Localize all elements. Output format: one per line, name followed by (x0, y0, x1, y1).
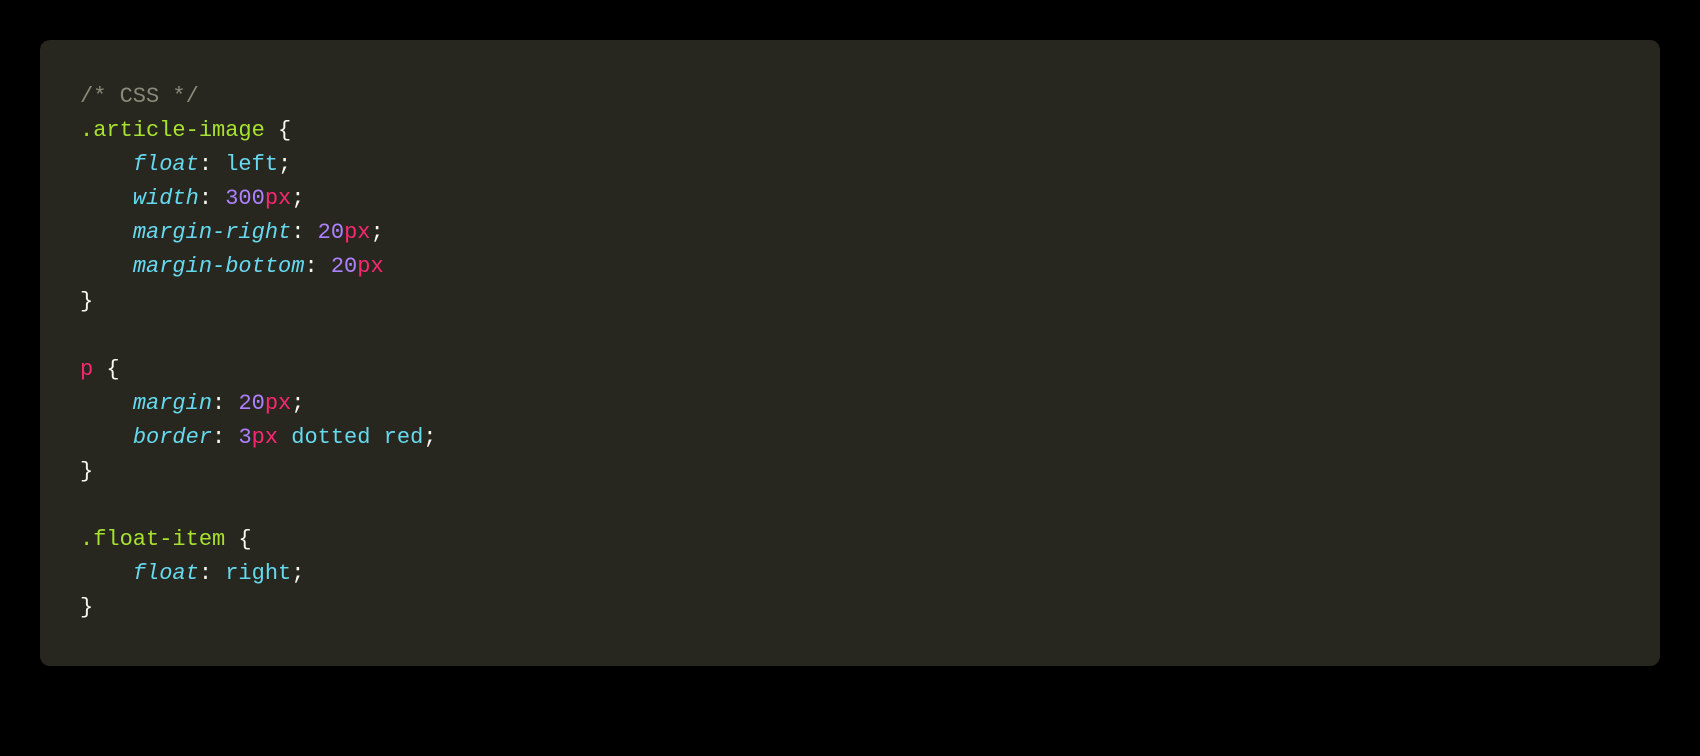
close-brace: } (80, 289, 93, 314)
code-line: } (80, 455, 1620, 489)
css-number: 20 (318, 220, 344, 245)
semicolon: ; (291, 391, 304, 416)
colon: : (212, 425, 225, 450)
open-brace: { (265, 118, 291, 143)
code-line: float: right; (80, 557, 1620, 591)
code-line: margin-right: 20px; (80, 216, 1620, 250)
css-unit: px (252, 425, 278, 450)
semicolon: ; (291, 186, 304, 211)
css-value: right (225, 561, 291, 586)
code-line: border: 3px dotted red; (80, 421, 1620, 455)
code-line: .float-item { (80, 523, 1620, 557)
css-selector: p (80, 357, 93, 382)
css-unit: px (344, 220, 370, 245)
code-line: margin: 20px; (80, 387, 1620, 421)
close-brace: } (80, 595, 93, 620)
css-property: float (133, 152, 199, 177)
code-comment: /* CSS */ (80, 84, 199, 109)
colon: : (304, 254, 317, 279)
css-unit: px (265, 186, 291, 211)
css-property: margin-bottom (133, 254, 305, 279)
css-number: 300 (225, 186, 265, 211)
colon: : (199, 186, 212, 211)
css-property: margin-right (133, 220, 291, 245)
css-number: 20 (331, 254, 357, 279)
css-number: 20 (238, 391, 264, 416)
css-value: dotted red (278, 425, 423, 450)
code-line: width: 300px; (80, 182, 1620, 216)
colon: : (199, 561, 212, 586)
css-unit: px (265, 391, 291, 416)
semicolon: ; (423, 425, 436, 450)
css-selector: .article-image (80, 118, 265, 143)
open-brace: { (93, 357, 119, 382)
code-line: margin-bottom: 20px (80, 250, 1620, 284)
css-selector: .float-item (80, 527, 225, 552)
code-line: } (80, 591, 1620, 625)
code-line: } (80, 285, 1620, 319)
colon: : (212, 391, 225, 416)
semicolon: ; (278, 152, 291, 177)
code-line (80, 319, 1620, 353)
code-line: /* CSS */ (80, 80, 1620, 114)
colon: : (291, 220, 304, 245)
css-value: left (225, 152, 278, 177)
code-line: p { (80, 353, 1620, 387)
css-property: border (133, 425, 212, 450)
open-brace: { (225, 527, 251, 552)
code-line (80, 489, 1620, 523)
css-property: width (133, 186, 199, 211)
semicolon: ; (291, 561, 304, 586)
code-line: float: left; (80, 148, 1620, 182)
semicolon: ; (370, 220, 383, 245)
css-number: 3 (238, 425, 251, 450)
code-line: .article-image { (80, 114, 1620, 148)
css-property: margin (133, 391, 212, 416)
close-brace: } (80, 459, 93, 484)
css-unit: px (357, 254, 383, 279)
code-block: /* CSS */ .article-image { float: left; w… (40, 40, 1660, 666)
css-property: float (133, 561, 199, 586)
colon: : (199, 152, 212, 177)
